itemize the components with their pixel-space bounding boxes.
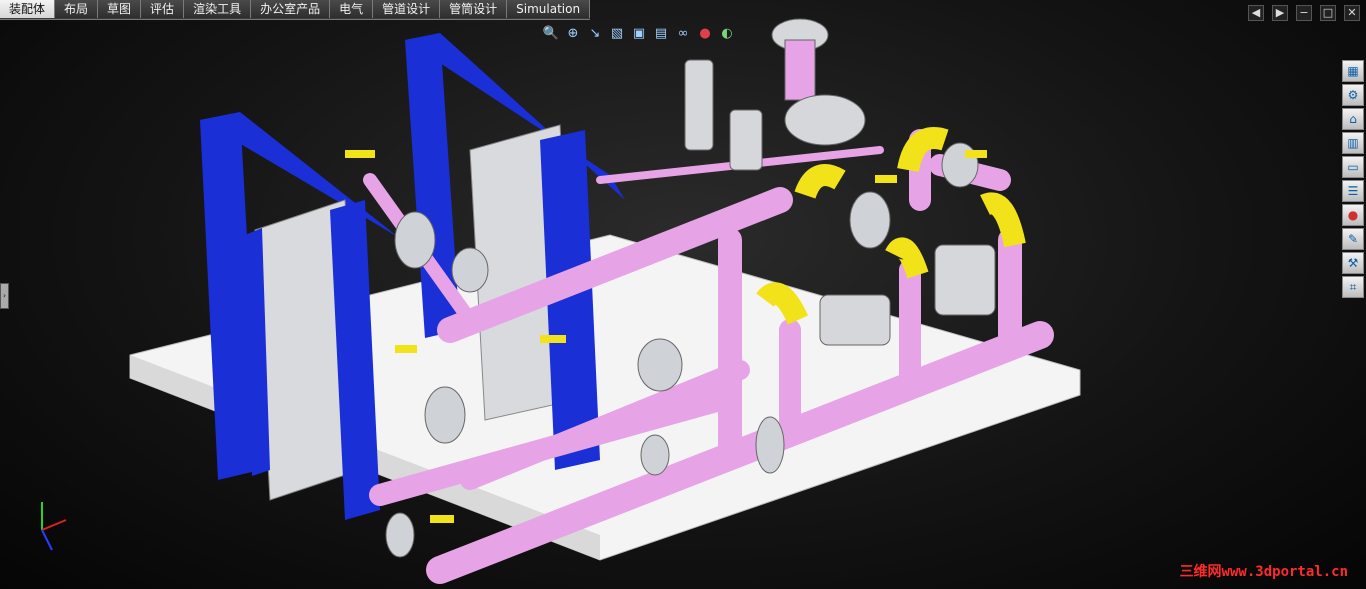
watermark: 三维网www.3dportal.cn	[1179, 564, 1348, 580]
graphics-area[interactable]	[0, 0, 1366, 589]
reference-triad	[41, 502, 67, 551]
